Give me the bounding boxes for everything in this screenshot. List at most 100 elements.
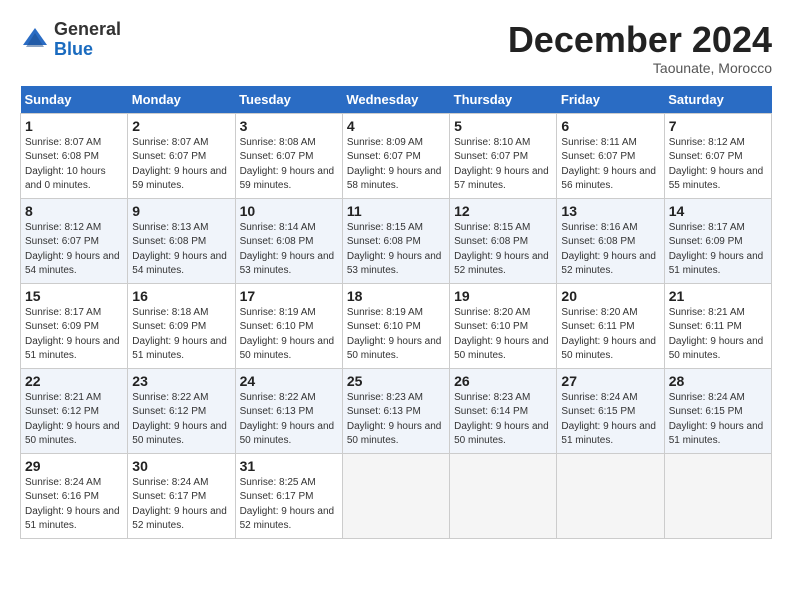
month-title: December 2024: [508, 20, 772, 60]
table-row: 5 Sunrise: 8:10 AM Sunset: 6:07 PM Daylig…: [450, 113, 557, 198]
table-row: 12Sunrise: 8:15 AM Sunset: 6:08 PM Dayli…: [450, 198, 557, 283]
day-info: Sunrise: 8:09 AM Sunset: 6:07 PM Dayligh…: [347, 136, 445, 194]
day-number: 14: [669, 203, 767, 219]
calendar-row: 15 Sunrise: 8:17 AM Sunset: 6:09 PM Dayli…: [21, 283, 772, 368]
day-info: Sunrise: 8:25 AM Sunset: 6:17 PM Dayligh…: [240, 476, 338, 534]
table-row: 29Sunrise: 8:24 AM Sunset: 6:16 PM Dayli…: [21, 453, 128, 538]
day-info: Sunrise: 8:11 AM Sunset: 6:07 PM Dayligh…: [561, 136, 659, 194]
day-number: 11: [347, 203, 445, 219]
table-row: [557, 453, 664, 538]
day-info: Sunrise: 8:15 AM Sunset: 6:08 PM Dayligh…: [347, 221, 445, 279]
day-number: 17: [240, 288, 338, 304]
header-row: Sunday Monday Tuesday Wednesday Thursday…: [21, 86, 772, 114]
table-row: 24 Sunrise: 8:22 AM Sunset: 6:13 PM Dayli…: [235, 368, 342, 453]
day-number: 8: [25, 203, 123, 219]
day-number: 15: [25, 288, 123, 304]
day-info: Sunrise: 8:23 AM Sunset: 6:14 PM Dayligh…: [454, 391, 552, 449]
location: Taounate, Morocco: [508, 60, 772, 76]
table-row: 21Sunrise: 8:21 AM Sunset: 6:11 PM Dayli…: [664, 283, 771, 368]
table-row: 18 Sunrise: 8:19 AM Sunset: 6:10 PM Dayli…: [342, 283, 449, 368]
day-info: Sunrise: 8:19 AM Sunset: 6:10 PM Dayligh…: [240, 306, 338, 364]
table-row: 11 Sunrise: 8:15 AM Sunset: 6:08 PM Dayli…: [342, 198, 449, 283]
calendar-table: Sunday Monday Tuesday Wednesday Thursday…: [20, 86, 772, 539]
table-row: 25Sunrise: 8:23 AM Sunset: 6:13 PM Dayli…: [342, 368, 449, 453]
day-info: Sunrise: 8:12 AM Sunset: 6:07 PM Dayligh…: [25, 221, 123, 279]
day-number: 3: [240, 118, 338, 134]
day-number: 24: [240, 373, 338, 389]
day-number: 18: [347, 288, 445, 304]
day-info: Sunrise: 8:08 AM Sunset: 6:07 PM Dayligh…: [240, 136, 338, 194]
day-number: 7: [669, 118, 767, 134]
logo-text: General Blue: [54, 20, 121, 60]
col-sunday: Sunday: [21, 86, 128, 114]
day-info: Sunrise: 8:21 AM Sunset: 6:12 PM Dayligh…: [25, 391, 123, 449]
day-number: 28: [669, 373, 767, 389]
col-saturday: Saturday: [664, 86, 771, 114]
title-block: December 2024 Taounate, Morocco: [508, 20, 772, 76]
day-info: Sunrise: 8:19 AM Sunset: 6:10 PM Dayligh…: [347, 306, 445, 364]
table-row: 30 Sunrise: 8:24 AM Sunset: 6:17 PM Dayli…: [128, 453, 235, 538]
logo: General Blue: [20, 20, 121, 60]
day-number: 19: [454, 288, 552, 304]
day-info: Sunrise: 8:10 AM Sunset: 6:07 PM Dayligh…: [454, 136, 552, 194]
table-row: 27 Sunrise: 8:24 AM Sunset: 6:15 PM Dayli…: [557, 368, 664, 453]
day-number: 20: [561, 288, 659, 304]
table-row: 31 Sunrise: 8:25 AM Sunset: 6:17 PM Dayli…: [235, 453, 342, 538]
day-info: Sunrise: 8:22 AM Sunset: 6:13 PM Dayligh…: [240, 391, 338, 449]
day-number: 30: [132, 458, 230, 474]
table-row: 7 Sunrise: 8:12 AM Sunset: 6:07 PM Daylig…: [664, 113, 771, 198]
col-thursday: Thursday: [450, 86, 557, 114]
day-number: 4: [347, 118, 445, 134]
table-row: 1Sunrise: 8:07 AM Sunset: 6:08 PM Daylig…: [21, 113, 128, 198]
day-info: Sunrise: 8:20 AM Sunset: 6:10 PM Dayligh…: [454, 306, 552, 364]
day-info: Sunrise: 8:12 AM Sunset: 6:07 PM Dayligh…: [669, 136, 767, 194]
table-row: 23 Sunrise: 8:22 AM Sunset: 6:12 PM Dayli…: [128, 368, 235, 453]
day-info: Sunrise: 8:22 AM Sunset: 6:12 PM Dayligh…: [132, 391, 230, 449]
day-info: Sunrise: 8:17 AM Sunset: 6:09 PM Dayligh…: [669, 221, 767, 279]
calendar-row: 29Sunrise: 8:24 AM Sunset: 6:16 PM Dayli…: [21, 453, 772, 538]
table-row: 17 Sunrise: 8:19 AM Sunset: 6:10 PM Dayli…: [235, 283, 342, 368]
table-row: 16Sunrise: 8:18 AM Sunset: 6:09 PM Dayli…: [128, 283, 235, 368]
table-row: 8 Sunrise: 8:12 AM Sunset: 6:07 PM Daylig…: [21, 198, 128, 283]
col-friday: Friday: [557, 86, 664, 114]
day-number: 29: [25, 458, 123, 474]
table-row: 19 Sunrise: 8:20 AM Sunset: 6:10 PM Dayli…: [450, 283, 557, 368]
table-row: 2Sunrise: 8:07 AM Sunset: 6:07 PM Daylig…: [128, 113, 235, 198]
logo-icon: [20, 25, 50, 55]
day-info: Sunrise: 8:07 AM Sunset: 6:08 PM Dayligh…: [25, 136, 123, 194]
day-number: 10: [240, 203, 338, 219]
day-info: Sunrise: 8:20 AM Sunset: 6:11 PM Dayligh…: [561, 306, 659, 364]
table-row: 4 Sunrise: 8:09 AM Sunset: 6:07 PM Daylig…: [342, 113, 449, 198]
day-number: 27: [561, 373, 659, 389]
day-number: 23: [132, 373, 230, 389]
calendar-row: 1Sunrise: 8:07 AM Sunset: 6:08 PM Daylig…: [21, 113, 772, 198]
day-info: Sunrise: 8:24 AM Sunset: 6:17 PM Dayligh…: [132, 476, 230, 534]
day-info: Sunrise: 8:24 AM Sunset: 6:15 PM Dayligh…: [561, 391, 659, 449]
calendar-row: 22 Sunrise: 8:21 AM Sunset: 6:12 PM Dayli…: [21, 368, 772, 453]
day-number: 26: [454, 373, 552, 389]
day-info: Sunrise: 8:14 AM Sunset: 6:08 PM Dayligh…: [240, 221, 338, 279]
day-info: Sunrise: 8:17 AM Sunset: 6:09 PM Dayligh…: [25, 306, 123, 364]
day-number: 5: [454, 118, 552, 134]
table-row: 13Sunrise: 8:16 AM Sunset: 6:08 PM Dayli…: [557, 198, 664, 283]
day-number: 22: [25, 373, 123, 389]
table-row: 15 Sunrise: 8:17 AM Sunset: 6:09 PM Dayli…: [21, 283, 128, 368]
day-number: 31: [240, 458, 338, 474]
day-number: 16: [132, 288, 230, 304]
col-monday: Monday: [128, 86, 235, 114]
table-row: [342, 453, 449, 538]
table-row: 3 Sunrise: 8:08 AM Sunset: 6:07 PM Daylig…: [235, 113, 342, 198]
col-tuesday: Tuesday: [235, 86, 342, 114]
day-info: Sunrise: 8:24 AM Sunset: 6:15 PM Dayligh…: [669, 391, 767, 449]
day-info: Sunrise: 8:13 AM Sunset: 6:08 PM Dayligh…: [132, 221, 230, 279]
calendar-row: 8 Sunrise: 8:12 AM Sunset: 6:07 PM Daylig…: [21, 198, 772, 283]
day-info: Sunrise: 8:07 AM Sunset: 6:07 PM Dayligh…: [132, 136, 230, 194]
day-number: 21: [669, 288, 767, 304]
table-row: 10 Sunrise: 8:14 AM Sunset: 6:08 PM Dayli…: [235, 198, 342, 283]
day-number: 6: [561, 118, 659, 134]
day-number: 25: [347, 373, 445, 389]
table-row: 22 Sunrise: 8:21 AM Sunset: 6:12 PM Dayli…: [21, 368, 128, 453]
page-header: General Blue December 2024 Taounate, Mor…: [20, 20, 772, 76]
table-row: 28 Sunrise: 8:24 AM Sunset: 6:15 PM Dayli…: [664, 368, 771, 453]
table-row: [664, 453, 771, 538]
